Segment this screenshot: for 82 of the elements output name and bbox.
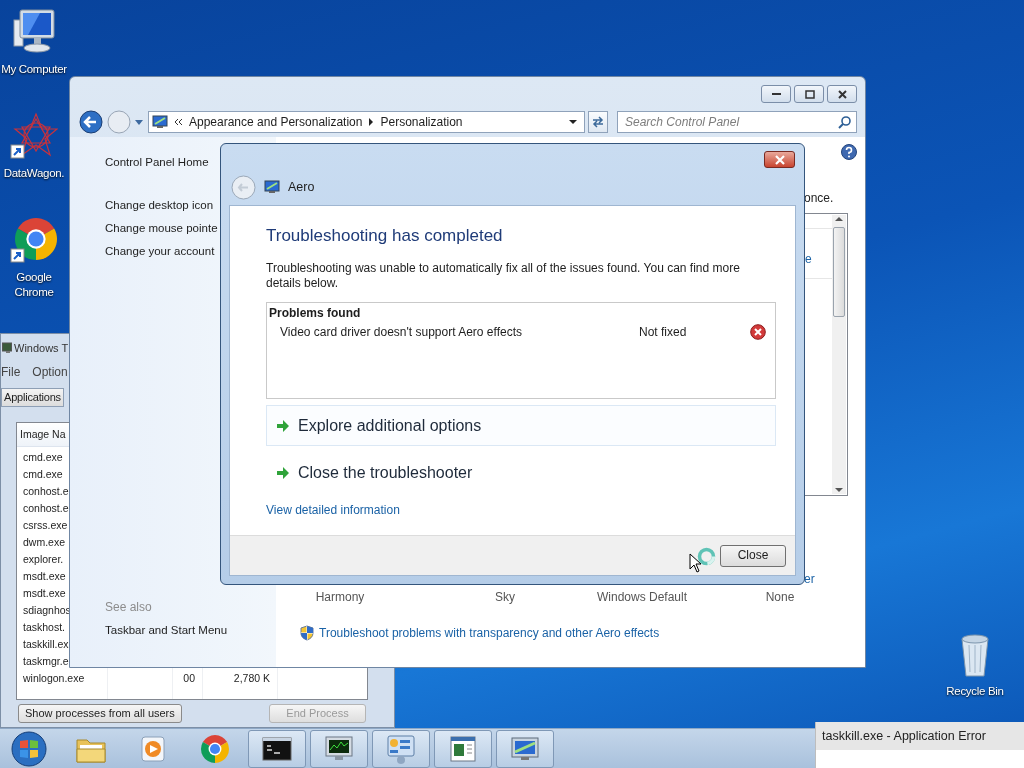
control-panel-icon	[264, 180, 280, 194]
dropdown-icon[interactable]	[569, 118, 578, 126]
search-field[interactable]: Search Control Panel	[617, 111, 857, 133]
show-processes-button[interactable]: Show processes from all users	[18, 704, 182, 723]
help-icon[interactable]	[841, 144, 857, 160]
table-cell-text: dwm.exe	[22, 535, 66, 550]
maximize-button[interactable]	[794, 85, 824, 103]
close-button[interactable]	[827, 85, 857, 103]
table-cell-text: explorer.	[22, 552, 65, 567]
chrome-shortcut-icon[interactable]	[10, 216, 58, 264]
arrow-icon[interactable]	[368, 118, 375, 126]
theme-name[interactable]: Sky	[436, 590, 574, 605]
problem-description: Video card driver doesn't support Aero effects	[280, 324, 523, 340]
desktop-icon-label[interactable]: My Computer	[1, 62, 67, 77]
table-cell-text: cmd.exe	[22, 450, 64, 465]
breadcrumb-item[interactable]: Personalization	[380, 114, 463, 130]
link-fragment[interactable]: er	[804, 572, 815, 587]
table-cell-text: winlogon.exe	[22, 671, 86, 686]
column-header[interactable]: Image Na	[20, 427, 66, 442]
computer-icon[interactable]	[10, 8, 58, 56]
table-cell-text: msdt.exe	[22, 569, 67, 584]
desktop-icon-label[interactable]: Google Chrome	[0, 270, 68, 300]
desktop-icon-label[interactable]: Recycle Bin	[946, 684, 1004, 699]
scroll-up-icon[interactable]	[835, 215, 843, 223]
table-cell-text: conhost.e	[22, 484, 70, 499]
minimize-icon	[771, 93, 781, 95]
option-link[interactable]: Explore additional options	[266, 405, 776, 446]
close-icon	[773, 154, 786, 165]
theme-name[interactable]: Harmony	[276, 590, 404, 605]
table-cell-text: msdt.exe	[22, 586, 67, 601]
network-shortcut-icon[interactable]	[10, 112, 58, 160]
desktop-icon-label[interactable]: DataWagon.	[3, 166, 65, 181]
table-cell-text: conhost.e	[22, 501, 70, 516]
tab[interactable]: Applications	[1, 388, 64, 407]
control-panel-icon	[152, 115, 168, 129]
theme-name[interactable]: Windows Default	[574, 590, 710, 605]
link-fragment[interactable]: e	[805, 252, 812, 267]
scrollbar[interactable]	[832, 215, 846, 494]
monitor-icon	[2, 342, 12, 354]
start-button[interactable]	[10, 729, 48, 768]
window-title: Windows T	[14, 340, 69, 356]
message-text: Troubleshooting was unable to automatically fix all of the issues found. You can find more details below.	[266, 261, 741, 291]
close-button[interactable]	[764, 151, 795, 168]
table-cell-text: cmd.exe	[22, 467, 64, 482]
window-title: taskkill.exe - Application Error	[816, 722, 1024, 750]
table-cell-text: csrss.exe	[22, 518, 69, 533]
minimize-button[interactable]	[761, 85, 791, 103]
dialog-heading: Troubleshooting has completed	[266, 225, 504, 247]
arrow-icon	[276, 465, 290, 480]
back-icon[interactable]	[79, 110, 103, 134]
table-cell-text: taskkill.ex	[22, 637, 70, 652]
dialog-title: Aero	[288, 179, 315, 195]
scroll-down-icon[interactable]	[835, 486, 843, 494]
chevron-icon	[174, 117, 183, 127]
details-link[interactable]: View detailed information	[266, 503, 400, 517]
section-heading: See also	[105, 600, 153, 616]
close-button[interactable]: Close	[720, 544, 786, 567]
address-bar[interactable]: Appearance and Personalization Personalization	[148, 111, 585, 133]
table-cell-text: taskhost.	[22, 620, 67, 635]
refresh-icon	[591, 116, 605, 128]
refresh-button[interactable]	[588, 111, 608, 133]
menu-item[interactable]: File	[1, 364, 21, 380]
table-cell-text: taskmgr.e	[22, 654, 70, 669]
search-icon[interactable]	[838, 115, 852, 129]
taskbar-button[interactable]	[310, 729, 368, 768]
problem-status: Not fixed	[639, 324, 688, 340]
menu-item[interactable]: Option	[32, 364, 68, 380]
shield-icon	[300, 625, 314, 641]
arrow-icon	[276, 418, 290, 433]
problems-heading: Problems found	[269, 305, 362, 321]
table-cell-text: 2,780 K	[232, 671, 270, 686]
breadcrumb-item[interactable]: Appearance and Personalization	[189, 114, 363, 130]
theme-name[interactable]: None	[710, 590, 850, 605]
table-cell-text: 00	[182, 671, 195, 686]
text-fragment: once.	[804, 191, 834, 206]
cursor-icon	[689, 553, 702, 573]
table-cell-text: sdiagnhos	[22, 603, 72, 618]
busy-icon	[697, 547, 716, 566]
troubleshoot-link[interactable]: Troubleshoot problems with transparency and other Aero effects	[319, 625, 660, 641]
sidebar-link[interactable]: Taskbar and Start Menu	[105, 623, 276, 646]
option-link[interactable]: Close the troubleshooter	[266, 452, 776, 493]
taskbar-button[interactable]	[248, 729, 306, 768]
